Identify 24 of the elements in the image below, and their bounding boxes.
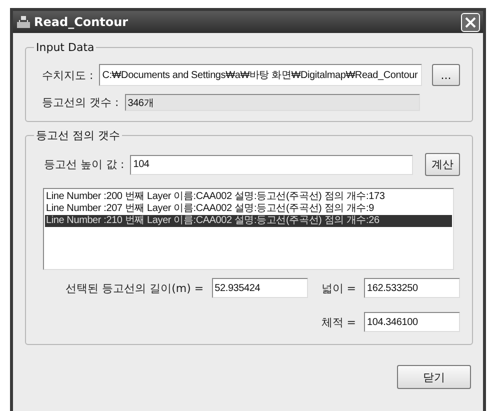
- group-title: Input Data: [35, 41, 96, 54]
- volume-field[interactable]: 104.346100: [364, 312, 460, 332]
- close-icon: [465, 16, 476, 28]
- length-field[interactable]: 52.935424: [212, 278, 308, 298]
- list-item[interactable]: Line Number :207 번째 Layer 이름:CAA002 설명:등고선(주곡선) 점의 개수:9: [45, 203, 452, 215]
- count-field[interactable]: 346개: [124, 94, 420, 111]
- group-title: 등고선 점의 갯수: [35, 128, 121, 143]
- calculate-button[interactable]: 계산: [425, 153, 460, 176]
- height-field[interactable]: 104: [130, 154, 413, 174]
- app-icon: [17, 16, 30, 28]
- count-label: 등고선의 갯수 :: [42, 95, 119, 110]
- window-title: Read_Contour: [34, 15, 130, 29]
- length-label: 선택된 등고선의 길이(m) =: [66, 280, 204, 296]
- area-label: 넓이 =: [321, 280, 356, 296]
- browse-button[interactable]: ...: [432, 64, 460, 86]
- close-button[interactable]: [461, 12, 480, 32]
- list-item[interactable]: Line Number :200 번째 Layer 이름:CAA002 설명:등고선(주곡선) 점의 개수:173: [45, 191, 452, 203]
- volume-label: 체적 =: [321, 314, 356, 330]
- close-dialog-button[interactable]: 닫기: [397, 365, 471, 389]
- height-label: 등고선 높이 값 :: [44, 157, 124, 172]
- area-field[interactable]: 162.533250: [364, 278, 460, 298]
- map-path-field[interactable]: C:₩Documents and Settings₩a₩바탕 화면₩Digitalmap₩Read_Contour: [99, 64, 422, 86]
- map-label: 수치지도 :: [42, 68, 94, 82]
- list-item[interactable]: Line Number :210 번째 Layer 이름:CAA002 설명:등고선(주곡선) 점의 개수:26: [45, 215, 452, 227]
